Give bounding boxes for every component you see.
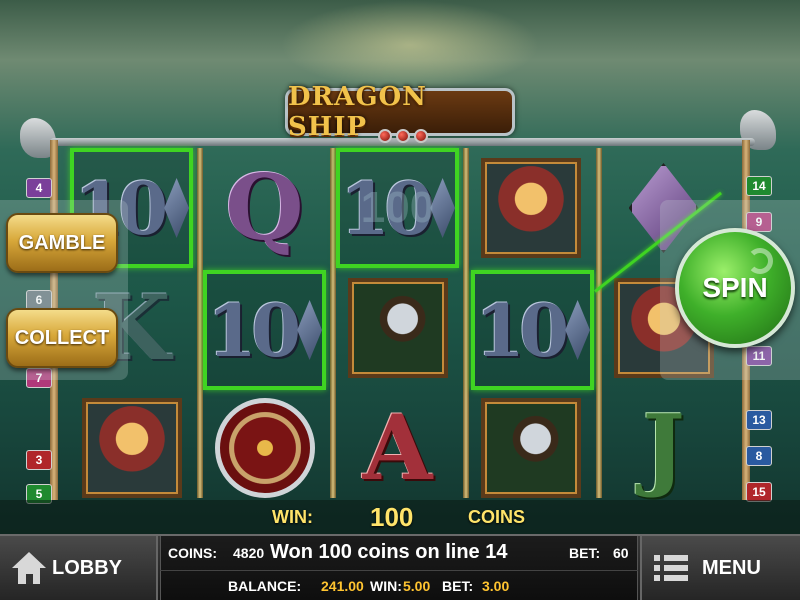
win-label: WIN: [272, 507, 313, 527]
info-divider [160, 570, 638, 571]
symbol-ten-text: 10 [207, 287, 301, 373]
bet-amount-label: BET: [442, 578, 474, 594]
balance-label: BALANCE: [228, 578, 302, 594]
diamond-icon [565, 300, 590, 360]
home-icon [12, 552, 46, 584]
logo-gems [378, 129, 428, 143]
win-coins-label: COINS [468, 507, 526, 527]
axe-icon [347, 278, 448, 378]
reel-symbol-q: Q [203, 148, 326, 268]
status-message: Won 100 coins on line 14 [270, 541, 508, 563]
payline-marker[interactable]: 4 [26, 178, 52, 198]
balance-value: 241.00 [321, 578, 364, 594]
symbol-j-text: J [642, 395, 685, 501]
shield-icon [214, 398, 315, 498]
bet-value: 60 [613, 545, 629, 561]
reel-symbol-j: J [602, 388, 725, 508]
refresh-arrow-icon [747, 248, 773, 274]
reel-symbol-a: A [336, 388, 459, 508]
reel-symbol-viking [70, 388, 193, 508]
viking-icon [81, 398, 182, 498]
ghost-win-text: 100 [360, 183, 435, 232]
reel-symbol-viking [469, 148, 592, 268]
payline-marker[interactable]: 13 [746, 410, 772, 430]
bet-amount-value: 3.00 [482, 578, 510, 594]
reel-symbol-ten: 10 [471, 270, 594, 390]
gamble-button[interactable]: GAMBLE [6, 213, 118, 273]
coins-label: COINS: [168, 545, 217, 561]
reel-symbol-ten: 10 [203, 270, 326, 390]
win-amount-value: 5.00 [403, 578, 431, 594]
menu-label: MENU [702, 556, 761, 579]
payline-marker[interactable]: 14 [746, 176, 772, 196]
sky-glow [280, 0, 540, 90]
diamond-icon [297, 300, 322, 360]
reel-grid: 10 K Q 10 10 100 A 10 J [70, 148, 735, 501]
menu-button[interactable]: MENU [640, 536, 800, 600]
reel-symbol-axe [469, 388, 592, 508]
payline-marker[interactable]: 3 [26, 450, 52, 470]
spin-label: SPIN [702, 272, 768, 303]
game-logo: DRAGON SHIP [285, 82, 515, 143]
win-amount-label: WIN: [370, 578, 402, 594]
viking-icon [480, 158, 581, 258]
reel-symbol-shield [203, 388, 326, 508]
payline-marker[interactable]: 8 [746, 446, 772, 466]
lobby-label: LOBBY [52, 556, 122, 579]
reel-symbol-ten: 10 100 [336, 148, 459, 268]
diamond-icon [164, 178, 189, 238]
collect-button[interactable]: COLLECT [6, 308, 118, 368]
lobby-button[interactable]: LOBBY [0, 536, 158, 600]
spin-button[interactable]: SPIN [675, 228, 795, 348]
menu-list-icon [654, 555, 688, 581]
coins-value: 4820 [233, 545, 265, 561]
reel-symbol-axe [336, 268, 459, 388]
win-amount: 100 [370, 502, 414, 532]
payline-marker[interactable]: 15 [746, 482, 772, 502]
symbol-q-text: Q [225, 155, 304, 261]
axe-icon [480, 398, 581, 498]
bet-label: BET: [569, 545, 601, 561]
symbol-a-text: A [362, 395, 433, 501]
symbol-ten-text: 10 [475, 287, 569, 373]
